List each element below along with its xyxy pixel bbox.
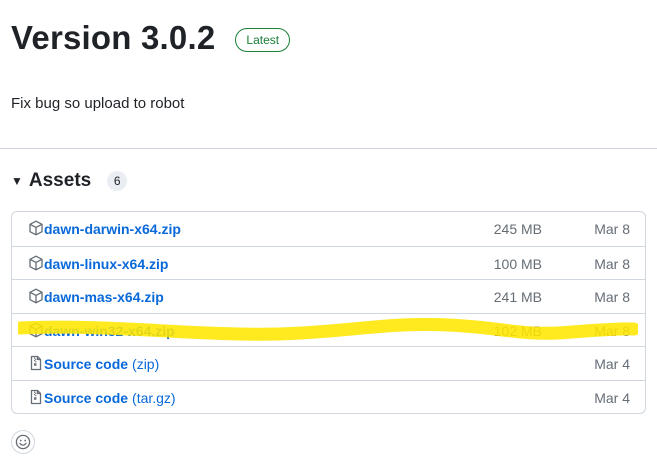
- asset-link[interactable]: dawn-mas-x64.zip: [44, 289, 164, 305]
- asset-link[interactable]: dawn-win32-x64.zip: [44, 323, 175, 339]
- asset-date: Mar 4: [594, 356, 630, 372]
- add-reaction-button[interactable]: [11, 430, 35, 454]
- asset-link[interactable]: dawn-darwin-x64.zip: [44, 221, 181, 237]
- assets-toggle[interactable]: ▼ Assets 6: [11, 170, 128, 192]
- asset-name: Source code: [44, 356, 129, 372]
- asset-date: Mar 8: [594, 255, 630, 272]
- release-page: Version 3.0.2 Latest Fix bug so upload t…: [0, 0, 657, 468]
- asset-date: Mar 8: [594, 289, 630, 305]
- asset-name: dawn-linux-x64.zip: [44, 255, 169, 272]
- asset-row: dawn-win32-x64.zip 102 MB Mar 8: [12, 312, 645, 347]
- asset-row: dawn-darwin-x64.zip 245 MB Mar 8: [12, 212, 645, 246]
- asset-suffix: (zip): [132, 356, 160, 372]
- asset-row: dawn-linux-x64.zip 100 MB Mar 8: [12, 245, 645, 280]
- smiley-icon: [15, 434, 31, 450]
- asset-link[interactable]: Source code (zip): [44, 356, 159, 372]
- file-zip-icon: [28, 355, 44, 371]
- divider: [0, 148, 657, 149]
- assets-label: Assets: [28, 170, 92, 191]
- asset-suffix: (tar.gz): [132, 389, 176, 406]
- asset-link[interactable]: Source code (tar.gz): [44, 390, 176, 406]
- package-icon: [28, 322, 44, 338]
- asset-name: dawn-mas-x64.zip: [44, 289, 164, 305]
- release-title[interactable]: Version 3.0.2: [11, 14, 215, 62]
- release-header: Version 3.0.2 Latest: [11, 14, 291, 62]
- asset-name: Source code: [44, 389, 129, 406]
- asset-date: Mar 8: [594, 221, 630, 237]
- asset-link[interactable]: dawn-linux-x64.zip: [44, 256, 168, 272]
- asset-row: Source code (zip) Mar 4: [12, 346, 645, 380]
- caret-down-icon: ▼: [11, 174, 23, 188]
- asset-row: dawn-mas-x64.zip 241 MB Mar 8: [12, 279, 645, 313]
- asset-name: dawn-darwin-x64.zip: [44, 221, 181, 237]
- asset-size: 102 MB: [493, 322, 542, 339]
- release-description: Fix bug so upload to robot: [11, 95, 185, 112]
- asset-date: Mar 4: [594, 389, 630, 406]
- assets-count-badge: 6: [107, 171, 128, 191]
- asset-name: dawn-win32-x64.zip: [44, 322, 175, 339]
- asset-date: Mar 8: [594, 322, 630, 339]
- asset-size: 241 MB: [493, 289, 542, 305]
- asset-size: 100 MB: [493, 255, 542, 272]
- asset-row: Source code (tar.gz) Mar 4: [12, 379, 645, 414]
- package-icon: [28, 255, 44, 271]
- asset-size: 245 MB: [493, 221, 542, 237]
- asset-list: dawn-darwin-x64.zip 245 MB Mar 8 dawn-li…: [11, 211, 646, 414]
- file-zip-icon: [28, 389, 44, 405]
- package-icon: [28, 220, 44, 236]
- latest-badge: Latest: [235, 28, 291, 52]
- package-icon: [28, 288, 44, 304]
